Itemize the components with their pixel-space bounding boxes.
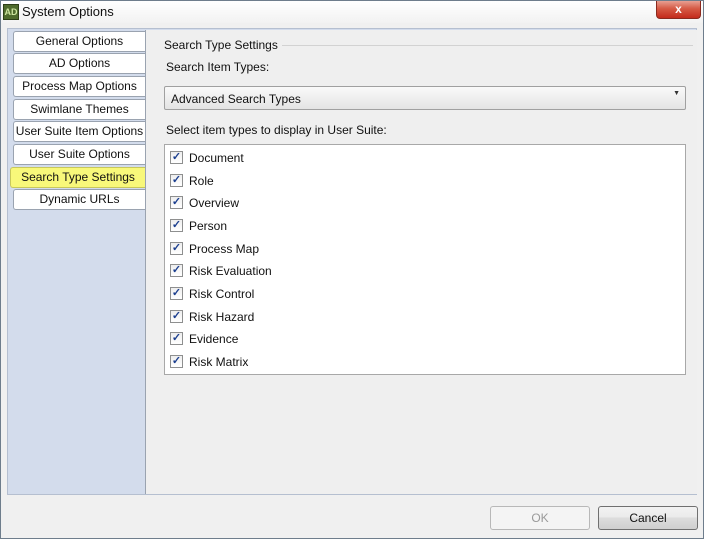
title-bar[interactable]: AD System Options x [1,1,703,23]
item-label: Risk Control [189,287,255,301]
item-label: Evidence [189,332,239,346]
group-title: Search Type Settings [164,38,282,52]
item-label: Overview [189,196,240,210]
tab-swimlane-themes[interactable]: Swimlane Themes [13,99,145,120]
group-divider [272,45,693,46]
item-label: Person [189,219,228,233]
item-label: Process Map [189,242,260,256]
close-button[interactable]: x [656,1,701,19]
search-item-types-label: Search Item Types: [166,60,270,74]
item-types-list-label: Select item types to display in User Sui… [166,123,387,137]
checkbox-risk-matrix[interactable]: ✓ [170,355,183,368]
cancel-button[interactable]: Cancel [598,506,698,530]
tab-general-options[interactable]: General Options [13,31,145,52]
checkbox-risk-evaluation[interactable]: ✓ [170,264,183,277]
item-label: Role [189,174,214,188]
tab-user-suite-options[interactable]: User Suite Options [13,144,145,165]
checkbox-overview[interactable]: ✓ [170,196,183,209]
checkbox-evidence[interactable]: ✓ [170,332,183,345]
item-label: Risk Evaluation [189,264,272,278]
checkbox-risk-control[interactable]: ✓ [170,287,183,300]
item-types-checklist: ✓ Document ✓ Role ✓ Overview ✓ Person ✓ … [164,144,686,375]
tab-search-type-settings[interactable]: Search Type Settings [9,165,149,190]
tab-ad-options[interactable]: AD Options [13,53,145,74]
item-label: Risk Hazard [189,310,255,324]
checkbox-risk-hazard[interactable]: ✓ [170,310,183,323]
app-logo-icon: AD [3,4,19,20]
tab-process-map-options[interactable]: Process Map Options [13,76,145,97]
search-item-types-dropdown[interactable]: Advanced Search Types ▼ [164,86,686,110]
tab-dynamic-urls[interactable]: Dynamic URLs [13,189,145,210]
dropdown-value: Advanced Search Types [171,92,301,106]
checkbox-process-map[interactable]: ✓ [170,242,183,255]
item-label: Risk Matrix [189,355,249,369]
tab-user-suite-item-options[interactable]: User Suite Item Options [13,121,145,142]
checkbox-person[interactable]: ✓ [170,219,183,232]
window-title: System Options [22,4,114,19]
chevron-down-icon: ▼ [673,90,680,97]
checkbox-document[interactable]: ✓ [170,151,183,164]
checkbox-role[interactable]: ✓ [170,174,183,187]
item-label: Document [189,151,244,165]
ok-button[interactable]: OK [490,506,590,530]
